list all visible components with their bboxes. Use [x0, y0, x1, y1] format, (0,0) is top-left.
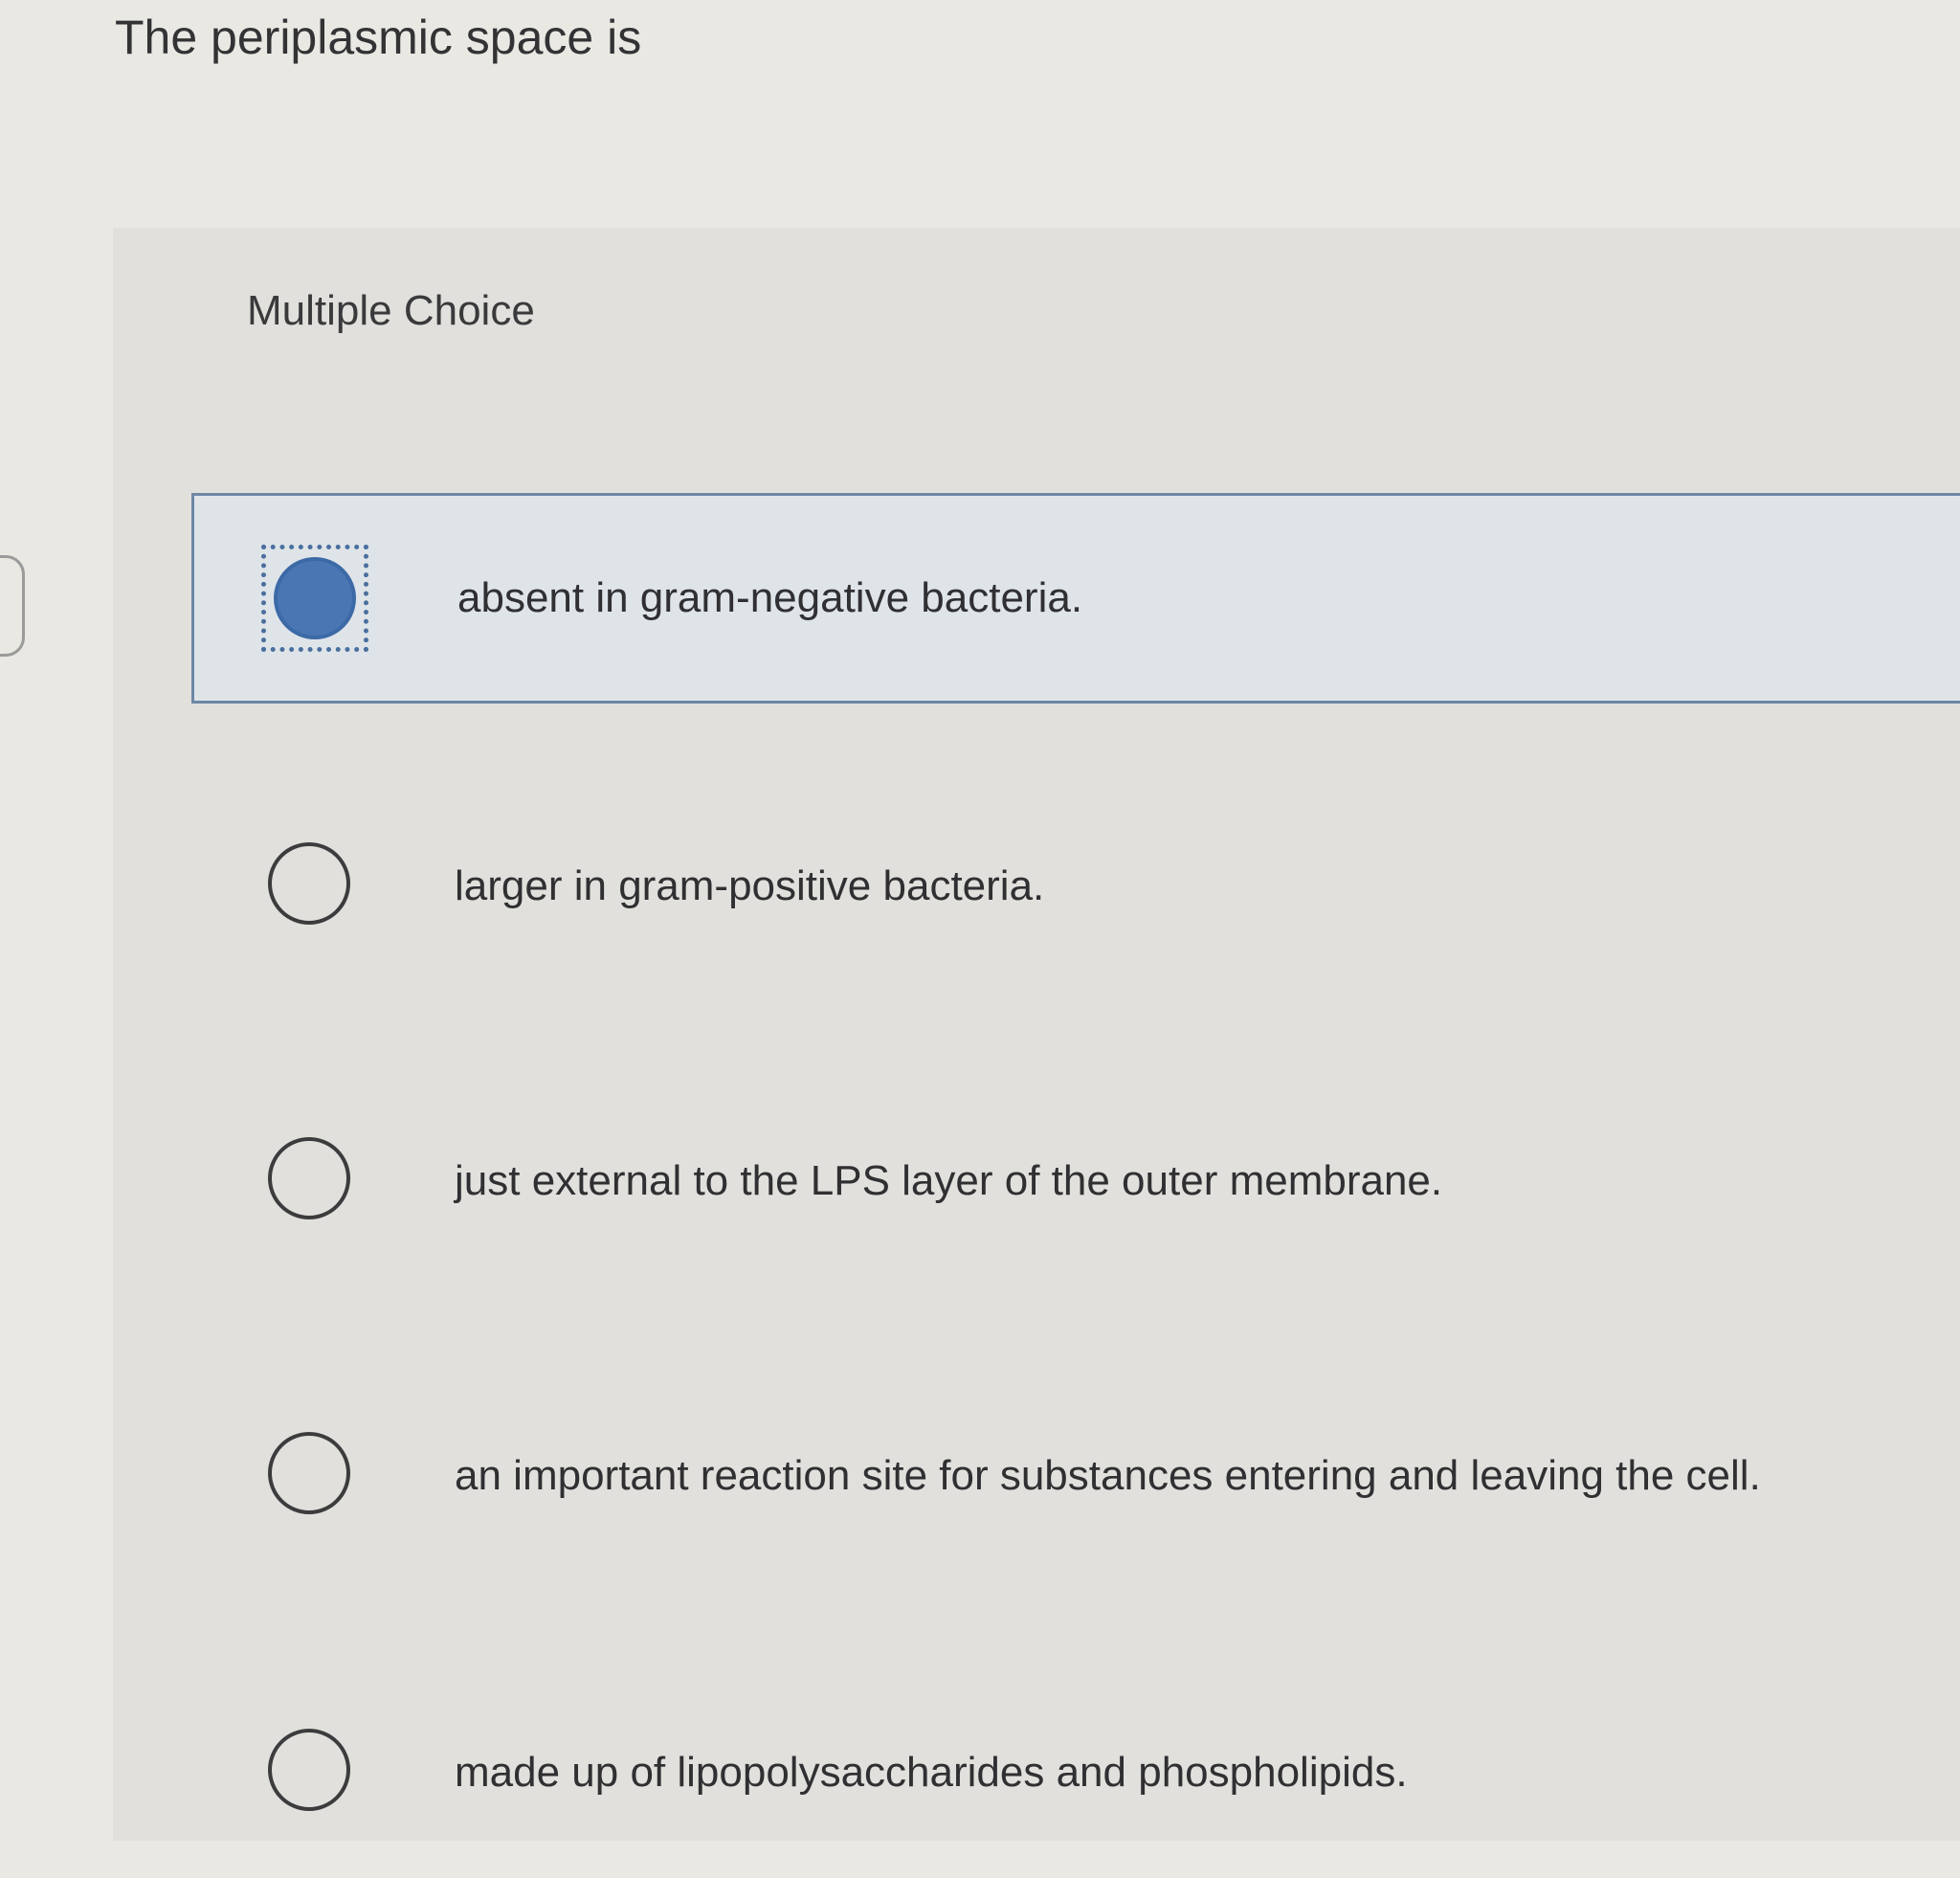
radio-wrap — [258, 833, 366, 940]
choices-panel — [113, 228, 1960, 1841]
radio-button[interactable] — [268, 1432, 350, 1514]
choice-label: an important reaction site for substance… — [455, 1452, 1761, 1499]
page-edge — [0, 555, 25, 657]
choice-label: absent in gram-negative bacteria. — [457, 574, 1083, 621]
choice-label: made up of lipopolysaccharides and phosp… — [455, 1749, 1408, 1796]
choice-label: just external to the LPS layer of the ou… — [455, 1157, 1443, 1204]
choice-option-4[interactable]: an important reaction site for substance… — [191, 1371, 1960, 1581]
focus-ring — [261, 545, 368, 652]
radio-button[interactable] — [268, 1729, 350, 1811]
radio-wrap — [258, 1128, 366, 1235]
choice-option-2[interactable]: larger in gram-positive bacteria. — [191, 781, 1960, 992]
question-title: The periplasmic space is — [115, 11, 642, 64]
choice-option-5[interactable]: made up of lipopolysaccharides and phosp… — [191, 1667, 1960, 1878]
choice-label: larger in gram-positive bacteria. — [455, 862, 1045, 909]
radio-wrap — [258, 1719, 366, 1826]
radio-button-selected[interactable] — [274, 557, 356, 639]
multiple-choice-label: Multiple Choice — [247, 287, 535, 334]
radio-wrap — [258, 1422, 366, 1530]
choice-option-3[interactable]: just external to the LPS layer of the ou… — [191, 1076, 1960, 1286]
radio-button[interactable] — [268, 842, 350, 925]
choice-option-1[interactable]: absent in gram-negative bacteria. — [191, 493, 1960, 704]
radio-button[interactable] — [268, 1137, 350, 1219]
